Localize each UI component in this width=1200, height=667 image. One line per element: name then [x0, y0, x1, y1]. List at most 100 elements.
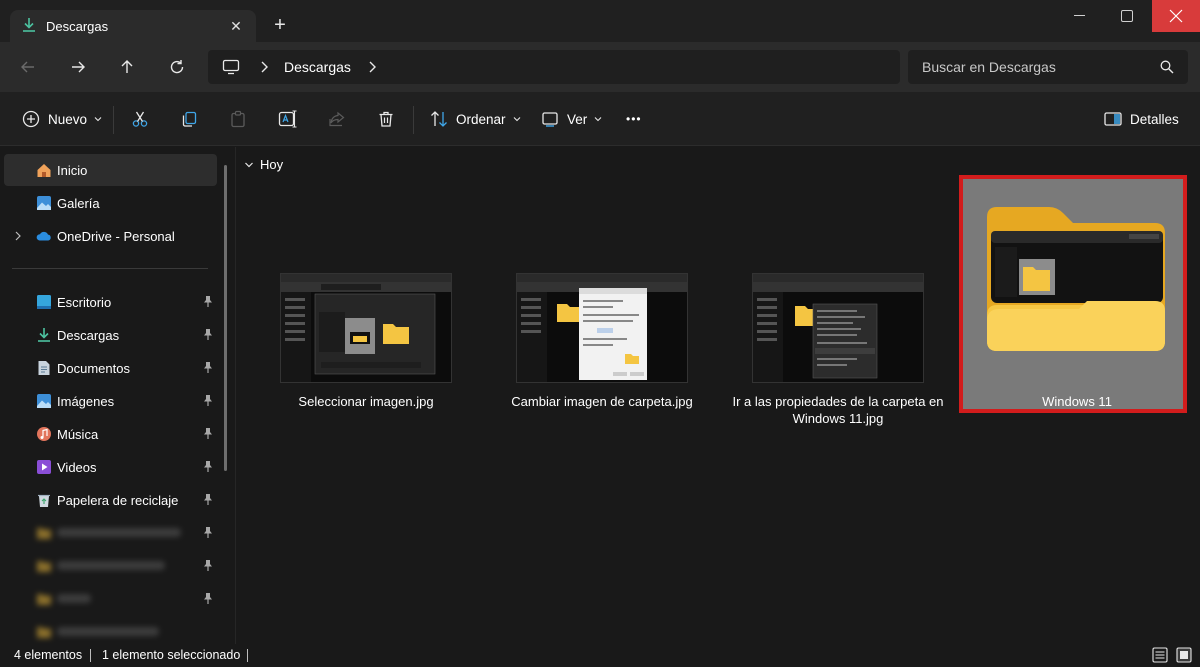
sidebar-item-papelera[interactable]: Papelera de reciclaje	[4, 484, 217, 516]
more-options-button[interactable]: •••	[626, 104, 642, 134]
home-icon	[37, 164, 51, 177]
sidebar-item-label: Documentos	[57, 361, 130, 376]
sidebar-item-label: Inicio	[57, 163, 88, 178]
pin-icon[interactable]	[202, 394, 214, 407]
group-header-hoy[interactable]: Hoy	[244, 157, 283, 172]
tab-title: Descargas	[46, 19, 109, 34]
videos-icon	[37, 460, 51, 474]
view-icon	[542, 112, 558, 127]
sidebar-item-label: OneDrive - Personal	[57, 229, 175, 244]
chevron-down-icon	[94, 117, 102, 122]
sidebar-item-redacted[interactable]	[4, 550, 217, 582]
folder-item-selected[interactable]: Windows 11	[959, 175, 1187, 413]
chevron-down-icon	[513, 117, 520, 122]
plus-circle-icon	[22, 110, 40, 128]
sidebar-item-videos[interactable]: Videos	[4, 451, 217, 483]
refresh-icon	[170, 60, 184, 74]
chevron-down-icon	[245, 162, 253, 167]
sidebar-item-redacted[interactable]	[4, 517, 217, 549]
sidebar-item-onedrive[interactable]: OneDrive - Personal	[4, 220, 217, 252]
view-button[interactable]: Ver	[541, 104, 602, 134]
sidebar-item-label: Escritorio	[57, 295, 112, 310]
pin-icon[interactable]	[202, 427, 214, 440]
file-name: Ir a las propiedades de la carpeta en Wi…	[732, 394, 944, 426]
pin-icon[interactable]	[202, 559, 214, 572]
back-button[interactable]	[14, 54, 42, 80]
pane-divider	[235, 147, 236, 644]
sidebar-item-descargas[interactable]: Descargas	[4, 319, 217, 351]
status-separator	[90, 649, 91, 662]
cut-button[interactable]	[131, 104, 149, 134]
documents-icon	[38, 361, 50, 375]
folder-name: Windows 11	[1042, 394, 1112, 409]
file-name: Cambiar imagen de carpeta.jpg	[511, 394, 693, 409]
tab-descargas[interactable]: Descargas ✕	[10, 10, 256, 42]
new-button[interactable]: Nuevo	[22, 104, 102, 134]
sidebar-item-documentos[interactable]: Documentos	[4, 352, 217, 384]
sidebar-item-label: Galería	[57, 196, 100, 211]
screenshot-preview	[517, 274, 687, 382]
refresh-button[interactable]	[163, 54, 191, 80]
tab-close-icon[interactable]: ✕	[226, 16, 246, 36]
sidebar-item-musica[interactable]: Música	[4, 418, 217, 450]
search-icon[interactable]	[1160, 60, 1174, 74]
this-pc-icon[interactable]	[222, 58, 240, 76]
chevron-right-icon[interactable]	[366, 60, 378, 74]
chevron-right-icon[interactable]	[14, 230, 22, 242]
file-name: Seleccionar imagen.jpg	[298, 394, 434, 409]
image-thumbnail	[280, 273, 452, 383]
address-bar[interactable]: Descargas	[208, 50, 900, 84]
paste-icon	[231, 110, 245, 128]
arrow-left-icon	[21, 61, 34, 73]
close-window-button[interactable]	[1152, 0, 1200, 32]
sidebar-item-label: Imágenes	[57, 394, 115, 409]
forward-button[interactable]	[64, 54, 92, 80]
chevron-down-icon	[594, 117, 602, 122]
share-icon	[329, 111, 345, 127]
pin-icon[interactable]	[202, 361, 214, 374]
pin-icon[interactable]	[202, 295, 214, 308]
share-button[interactable]	[328, 104, 346, 134]
sort-button[interactable]: Ordenar	[430, 104, 521, 134]
pin-icon[interactable]	[202, 328, 214, 341]
up-button[interactable]	[113, 54, 141, 80]
screenshot-preview	[753, 274, 923, 382]
download-icon	[23, 18, 35, 32]
chevron-right-icon[interactable]	[258, 60, 270, 74]
sidebar-item-imagenes[interactable]: Imágenes	[4, 385, 217, 417]
screenshot-preview	[281, 274, 451, 382]
pin-icon[interactable]	[202, 460, 214, 473]
status-separator	[247, 649, 248, 662]
pin-icon[interactable]	[202, 526, 214, 539]
sidebar-item-galeria[interactable]: Galería	[4, 187, 217, 219]
minimize-button[interactable]	[1056, 0, 1102, 32]
breadcrumb-descargas[interactable]: Descargas	[284, 59, 351, 75]
toolbar-separator	[113, 106, 114, 134]
sidebar-scrollbar[interactable]	[224, 165, 227, 471]
pin-icon[interactable]	[202, 493, 214, 506]
details-button[interactable]: Detalles	[1104, 104, 1179, 134]
file-item[interactable]: Cambiar imagen de carpeta.jpg	[488, 175, 716, 413]
paste-button[interactable]	[229, 104, 247, 134]
sidebar-item-escritorio[interactable]: Escritorio	[4, 286, 217, 318]
rename-button[interactable]	[278, 104, 298, 134]
details-view-icon[interactable]	[1152, 647, 1168, 663]
sidebar-divider	[12, 268, 208, 269]
arrow-right-icon	[72, 61, 85, 73]
desktop-icon	[37, 295, 51, 309]
maximize-button[interactable]	[1104, 0, 1150, 32]
file-item[interactable]: Seleccionar imagen.jpg	[252, 175, 480, 413]
sort-icon	[431, 111, 447, 127]
pin-icon[interactable]	[202, 592, 214, 605]
sidebar-item-inicio[interactable]: Inicio	[4, 154, 217, 186]
sidebar-item-redacted[interactable]	[4, 583, 217, 615]
details-pane-icon	[1104, 112, 1122, 126]
gallery-icon	[37, 196, 51, 210]
delete-button[interactable]	[377, 104, 395, 134]
new-tab-button[interactable]: +	[268, 14, 292, 38]
recycle-bin-icon	[38, 494, 50, 507]
file-item[interactable]: Ir a las propiedades de la carpeta en Wi…	[724, 175, 952, 426]
large-icons-view-icon[interactable]	[1176, 647, 1192, 663]
copy-button[interactable]	[180, 104, 198, 134]
search-input[interactable]	[908, 50, 1188, 84]
